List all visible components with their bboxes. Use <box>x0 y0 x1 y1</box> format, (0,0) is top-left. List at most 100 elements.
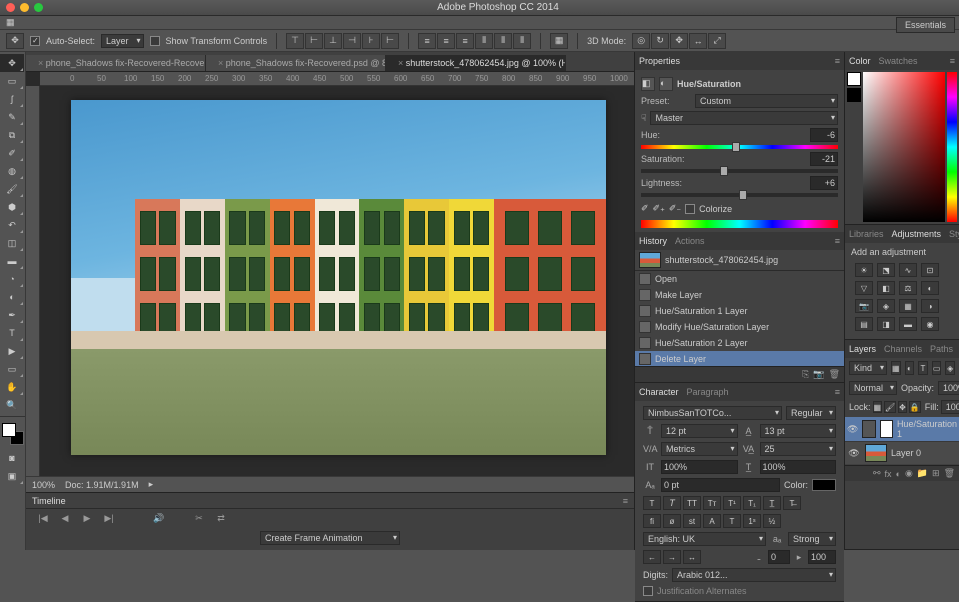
new-fill-adjust-icon[interactable]: ◉ <box>905 468 913 479</box>
align-vcenter-icon[interactable]: ⊢ <box>305 33 323 49</box>
layer-filter-dropdown[interactable]: Kind <box>849 361 887 375</box>
layer-name[interactable]: Layer 0 <box>891 448 921 458</box>
saturation-slider[interactable] <box>641 169 838 173</box>
doc-size[interactable]: Doc: 1.91M/1.91M <box>65 480 139 490</box>
ruler-vertical[interactable] <box>26 86 40 476</box>
dir-default-icon[interactable]: ← <box>643 550 661 564</box>
leading-dropdown[interactable]: 13 pt <box>760 424 837 438</box>
blur-tool[interactable]: ◔ <box>0 270 24 288</box>
lock-pixels-icon[interactable]: 🖌 <box>884 401 896 413</box>
eyedropper-icon[interactable]: ✐ <box>641 203 649 214</box>
zoom-level[interactable]: 100% <box>32 480 55 490</box>
allcaps-icon[interactable]: TT <box>683 496 701 510</box>
gradient-map-icon[interactable]: ▬ <box>899 317 917 331</box>
exposure-icon[interactable]: ⊡ <box>921 263 939 277</box>
preset-dropdown[interactable]: Custom <box>695 94 838 108</box>
minimize-window-icon[interactable] <box>20 3 29 12</box>
brightness-contrast-icon[interactable]: ☀ <box>855 263 873 277</box>
dist-vcenter-icon[interactable]: ≡ <box>437 33 455 49</box>
filter-pixel-icon[interactable]: ▦ <box>891 361 901 375</box>
prev-frame-icon[interactable]: ◀ <box>58 513 72 524</box>
ligature-1st-icon[interactable]: 1ˢ <box>743 514 761 528</box>
link-layers-icon[interactable]: ⚯ <box>873 468 881 479</box>
new-layer-icon[interactable]: ⊞ <box>932 468 940 479</box>
zoom-window-icon[interactable] <box>34 3 43 12</box>
hue-range-strip[interactable] <box>641 220 838 228</box>
align-right-icon[interactable]: ⊢ <box>381 33 399 49</box>
layer-row[interactable]: 👁Hue/Saturation 1 <box>845 417 959 441</box>
transition-icon[interactable]: ⇄ <box>214 513 228 524</box>
history-snapshot[interactable]: shutterstock_478062454.jpg <box>635 250 844 271</box>
status-chevron-icon[interactable]: ▸ <box>149 479 154 490</box>
strikethrough-icon[interactable]: T̶ <box>783 496 801 510</box>
layers-tab[interactable]: Layers <box>849 342 876 356</box>
quick-select-tool[interactable]: ✎ <box>0 108 24 126</box>
color-lookup-icon[interactable]: ▦ <box>899 299 917 313</box>
properties-tab[interactable]: Properties <box>639 54 680 68</box>
black-white-icon[interactable]: ◐ <box>921 281 939 295</box>
next-frame-icon[interactable]: ▶| <box>102 513 116 524</box>
ligature-st-icon[interactable]: st <box>683 514 701 528</box>
colorize-checkbox[interactable] <box>685 204 695 214</box>
first-frame-icon[interactable]: |◀ <box>36 513 50 524</box>
posterize-icon[interactable]: ▤ <box>855 317 873 331</box>
channel-dropdown[interactable]: Master <box>650 111 838 125</box>
dist-left-icon[interactable]: ⦀ <box>475 33 493 49</box>
fill-dropdown[interactable]: 100% <box>941 400 959 414</box>
timeline-tab[interactable]: Timeline <box>32 494 66 508</box>
foreground-color-swatch[interactable] <box>2 423 16 437</box>
delete-layer-icon[interactable]: 🗑 <box>944 468 955 479</box>
eyedropper-plus-icon[interactable]: ✐₊ <box>653 203 665 214</box>
dist-hcenter-icon[interactable]: ⦀ <box>494 33 512 49</box>
antialias-dropdown[interactable]: Strong <box>788 532 836 546</box>
play-icon[interactable]: ▶ <box>80 513 94 524</box>
timeline-menu-icon[interactable]: ≡ <box>623 496 628 506</box>
bold-icon[interactable]: T <box>643 496 661 510</box>
filter-type-icon[interactable]: T <box>918 361 928 375</box>
lock-position-icon[interactable]: ✥ <box>898 401 907 413</box>
paths-tab[interactable]: Paths <box>930 342 953 356</box>
lasso-tool[interactable]: ʃ <box>0 90 24 108</box>
baseline-input[interactable] <box>661 478 780 492</box>
threed-slide-icon[interactable]: ↔ <box>689 33 707 49</box>
language-dropdown[interactable]: English: UK <box>643 532 766 546</box>
path-select-tool[interactable]: ▶ <box>0 342 24 360</box>
quickmask-tool[interactable]: ◙ <box>0 449 24 467</box>
adjustments-tab[interactable]: Adjustments <box>892 227 942 241</box>
align-hcenter-icon[interactable]: ⊦ <box>362 33 380 49</box>
kashida-input[interactable] <box>768 550 790 564</box>
dist-right-icon[interactable]: ⦀ <box>513 33 531 49</box>
filter-shape-icon[interactable]: ▭ <box>932 361 942 375</box>
color-swatches-tool[interactable] <box>2 423 24 445</box>
align-left-icon[interactable]: ⊣ <box>343 33 361 49</box>
color-balance-icon[interactable]: ⚖ <box>899 281 917 295</box>
targeted-adjust-icon[interactable]: ☟ <box>641 113 646 124</box>
create-frame-animation-button[interactable]: Create Frame Animation <box>260 531 400 545</box>
underline-icon[interactable]: T̲ <box>763 496 781 510</box>
show-transform-checkbox[interactable] <box>150 36 160 46</box>
styles-tab[interactable]: Styles <box>949 227 959 241</box>
opacity-dropdown[interactable]: 100% <box>938 381 959 395</box>
gradient-tool[interactable]: ▬ <box>0 252 24 270</box>
selective-color-icon[interactable]: ◉ <box>921 317 939 331</box>
filter-adjust-icon[interactable]: ◐ <box>905 361 915 375</box>
ruler-horizontal[interactable]: 0501001502002503003504004505005506006507… <box>40 72 634 86</box>
brush-tool[interactable]: 🖌 <box>0 180 24 198</box>
document-tab[interactable]: × phone_Shadows fix-Recovered-Recovered.… <box>26 55 206 71</box>
character-tab[interactable]: Character <box>639 385 679 399</box>
history-menu-icon[interactable]: ≡ <box>835 236 840 246</box>
auto-select-checkbox[interactable] <box>30 36 40 46</box>
layer-fx-icon[interactable]: fx <box>884 469 891 479</box>
eraser-tool[interactable]: ◫ <box>0 234 24 252</box>
visibility-toggle-icon[interactable]: 👁 <box>847 448 861 459</box>
layer-mask-icon[interactable]: ◐ <box>896 469 901 479</box>
hue-saturation-icon[interactable]: ◧ <box>877 281 895 295</box>
dir-rtl-icon[interactable]: ↔ <box>683 550 701 564</box>
history-brush-tool[interactable]: ↶ <box>0 216 24 234</box>
subscript-icon[interactable]: T₁ <box>743 496 761 510</box>
auto-align-icon[interactable]: ▦ <box>550 33 568 49</box>
eyedropper-tool[interactable]: ✐ <box>0 144 24 162</box>
close-tab-icon[interactable]: × <box>38 58 43 68</box>
digits-dropdown[interactable]: Arabic 012... <box>672 568 836 582</box>
kerning-dropdown[interactable]: Metrics <box>661 442 738 456</box>
